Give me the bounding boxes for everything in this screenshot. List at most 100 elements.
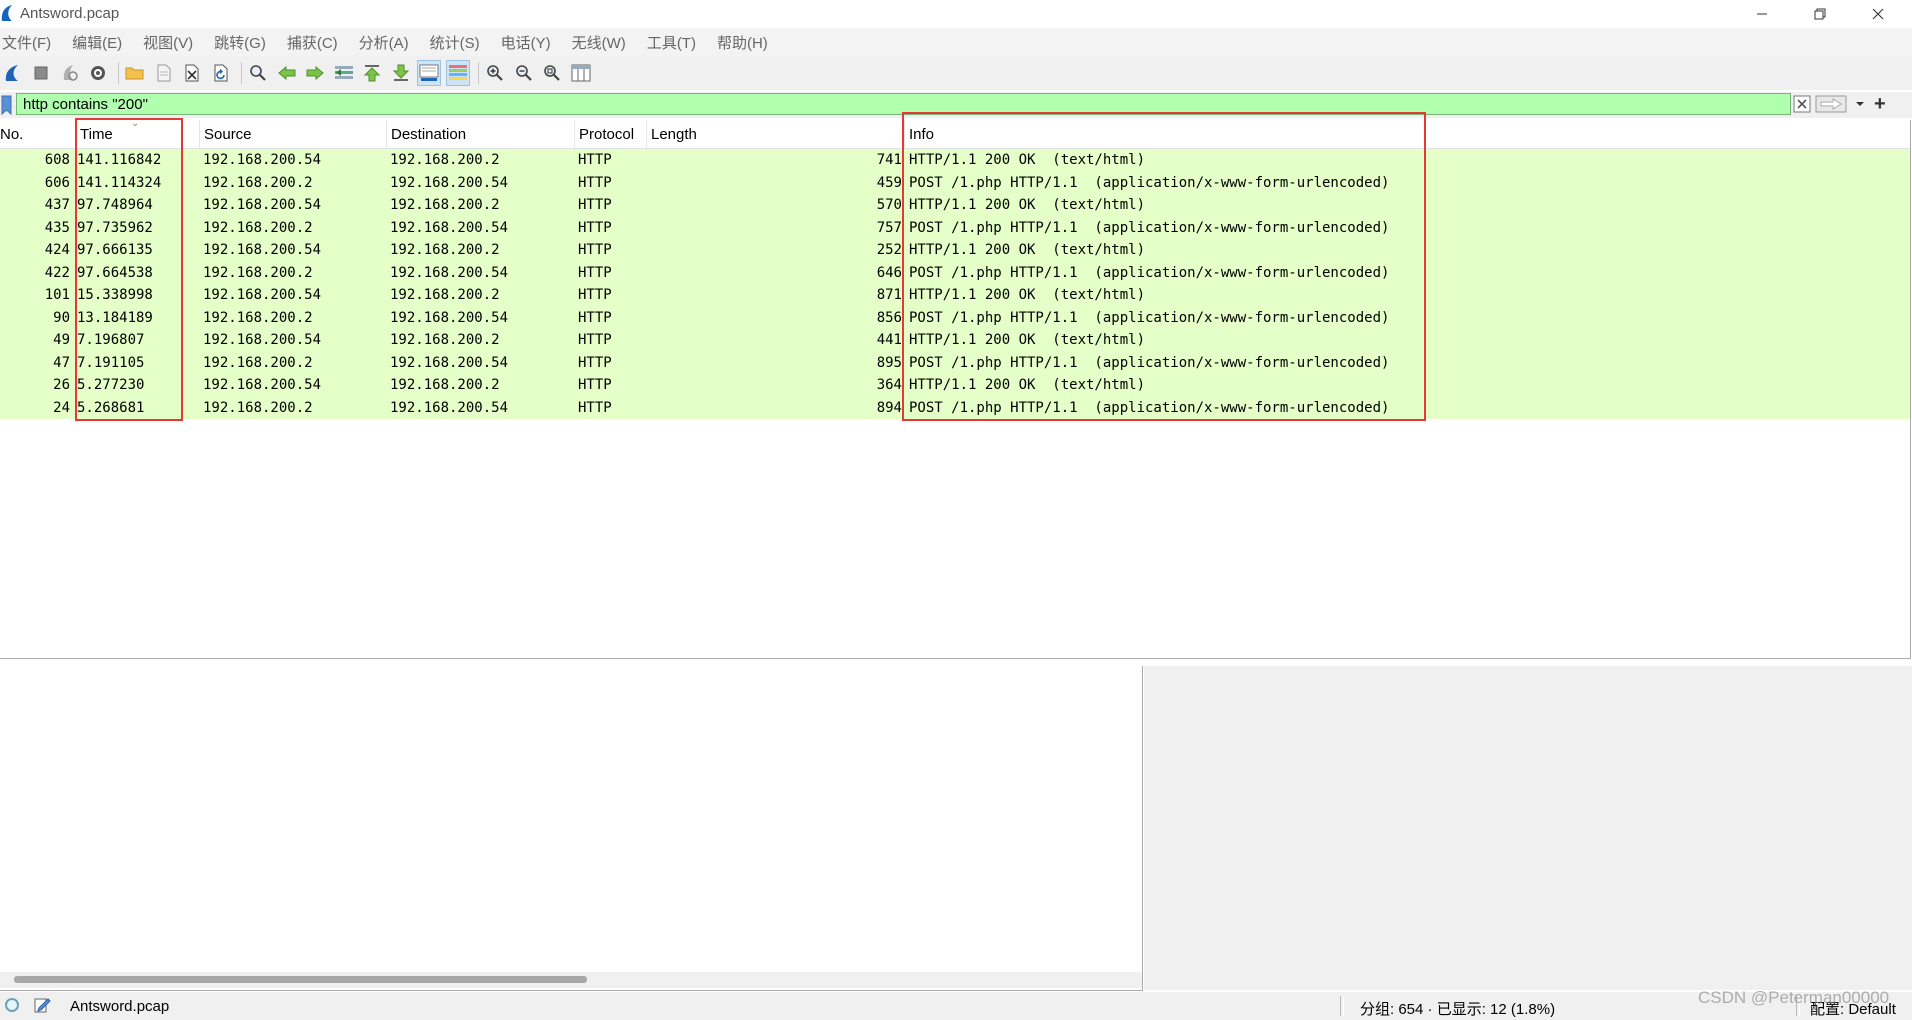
column-header-length[interactable]: Length bbox=[647, 120, 905, 148]
cell-time: 15.338998 bbox=[77, 287, 153, 303]
filter-history-dropdown-icon[interactable] bbox=[1851, 95, 1869, 113]
start-capture-button[interactable] bbox=[0, 60, 24, 86]
table-row[interactable]: 24 5.268681 192.168.200.2 192.168.200.54 HTT… bbox=[0, 396, 1910, 419]
cell-info: HTTP/1.1 200 OK (text/html) bbox=[909, 152, 1146, 168]
cell-destination: 192.168.200.2 bbox=[390, 377, 500, 393]
cell-no: 435 bbox=[44, 219, 70, 236]
close-button[interactable] bbox=[1849, 0, 1907, 28]
go-forward-button[interactable] bbox=[303, 60, 327, 86]
cell-protocol: HTTP bbox=[578, 152, 612, 168]
toolbar-separator bbox=[478, 62, 479, 84]
capture-options-button[interactable] bbox=[86, 60, 110, 86]
cell-no: 608 bbox=[44, 152, 70, 168]
cell-protocol: HTTP bbox=[578, 264, 612, 281]
cell-no: 24 bbox=[53, 399, 70, 416]
capture-comment-icon[interactable] bbox=[33, 996, 51, 1014]
cell-time: 7.191105 bbox=[77, 354, 145, 371]
save-file-button[interactable] bbox=[152, 60, 176, 86]
resize-columns-button[interactable] bbox=[569, 60, 593, 86]
cell-destination: 192.168.200.2 bbox=[390, 287, 500, 303]
zoom-normal-button[interactable] bbox=[540, 60, 564, 86]
cell-length: 364 bbox=[876, 377, 902, 393]
last-packet-button[interactable] bbox=[389, 60, 413, 86]
table-row[interactable]: 606 141.114324 192.168.200.2 192.168.200.54… bbox=[0, 171, 1910, 194]
table-row[interactable]: 101 15.338998 192.168.200.54 192.168.200.2 H… bbox=[0, 284, 1910, 307]
expert-info-status-icon[interactable] bbox=[5, 998, 19, 1012]
cell-protocol: HTTP bbox=[578, 242, 612, 258]
reload-button[interactable] bbox=[209, 60, 233, 86]
cell-info: POST /1.php HTTP/1.1 (application/x-www-… bbox=[909, 264, 1390, 281]
add-filter-button-icon[interactable]: + bbox=[1874, 93, 1886, 116]
column-header-no[interactable]: No. bbox=[0, 120, 76, 148]
menu-go[interactable]: 跳转(G) bbox=[212, 32, 275, 53]
menu-capture[interactable]: 捕获(C) bbox=[285, 32, 347, 53]
close-file-button[interactable] bbox=[180, 60, 204, 86]
cell-info: HTTP/1.1 200 OK (text/html) bbox=[909, 242, 1146, 258]
wireshark-app-icon bbox=[1, 5, 12, 21]
cell-source: 192.168.200.2 bbox=[203, 354, 313, 371]
horizontal-scrollbar[interactable] bbox=[0, 972, 1142, 988]
autoscroll-button[interactable] bbox=[417, 60, 441, 86]
packet-bytes-pane[interactable] bbox=[1144, 666, 1912, 990]
cell-destination: 192.168.200.54 bbox=[390, 174, 509, 191]
first-packet-button[interactable] bbox=[360, 60, 384, 86]
cell-source: 192.168.200.2 bbox=[203, 174, 313, 191]
menu-statistics[interactable]: 统计(S) bbox=[428, 32, 489, 53]
save-file-icon bbox=[157, 64, 170, 82]
table-row[interactable]: 422 97.664538 192.168.200.2 192.168.200.54 H… bbox=[0, 261, 1910, 284]
colorize-button[interactable] bbox=[445, 60, 470, 86]
restart-capture-button[interactable] bbox=[57, 60, 81, 86]
go-back-button[interactable] bbox=[275, 60, 299, 86]
find-packet-button[interactable] bbox=[246, 60, 270, 86]
restore-icon bbox=[1814, 8, 1826, 20]
menu-bar: 文件(F) 编辑(E) 视图(V) 跳转(G) 捕获(C) 分析(A) 统计(S… bbox=[0, 28, 1912, 56]
stop-capture-button[interactable] bbox=[29, 60, 53, 86]
menu-wireless[interactable]: 无线(W) bbox=[570, 32, 635, 53]
table-row[interactable]: 26 5.277230 192.168.200.54 192.168.200.2 HTT… bbox=[0, 374, 1910, 397]
column-header-protocol[interactable]: Protocol bbox=[575, 120, 647, 148]
restore-button[interactable] bbox=[1791, 0, 1849, 28]
zoom-out-button[interactable] bbox=[512, 60, 536, 86]
apply-filter-arrow-icon[interactable] bbox=[1815, 95, 1847, 113]
menu-view[interactable]: 视图(V) bbox=[141, 32, 202, 53]
menu-tools[interactable]: 工具(T) bbox=[645, 32, 705, 53]
cell-destination: 192.168.200.2 bbox=[390, 242, 500, 258]
cell-destination: 192.168.200.54 bbox=[390, 399, 509, 416]
packet-list-pane[interactable]: No. Time ⌄ Source Destination Protocol L… bbox=[0, 118, 1911, 659]
menu-analyze[interactable]: 分析(A) bbox=[357, 32, 418, 53]
table-row[interactable]: 90 13.184189 192.168.200.2 192.168.200.54 HT… bbox=[0, 306, 1910, 329]
open-file-button[interactable] bbox=[123, 60, 147, 86]
cell-length: 252 bbox=[876, 242, 902, 258]
menu-telephony[interactable]: 电话(Y) bbox=[499, 32, 560, 53]
packet-details-pane[interactable] bbox=[0, 666, 1143, 991]
status-packet-count: 分组: 654 · 已显示: 12 (1.8%) bbox=[1360, 1001, 1556, 1018]
column-header-source[interactable]: Source bbox=[200, 120, 387, 148]
menu-edit[interactable]: 编辑(E) bbox=[70, 32, 131, 53]
clear-filter-icon[interactable] bbox=[1793, 95, 1811, 113]
open-file-icon bbox=[125, 67, 144, 80]
display-filter-input[interactable] bbox=[16, 93, 1791, 115]
table-row[interactable]: 437 97.748964 192.168.200.54 192.168.200.2 H… bbox=[0, 194, 1910, 217]
menu-help[interactable]: 帮助(H) bbox=[715, 32, 777, 53]
bookmark-icon[interactable] bbox=[1, 95, 12, 115]
column-header-destination[interactable]: Destination bbox=[387, 120, 575, 148]
table-row[interactable]: 435 97.735962 192.168.200.2 192.168.200.54 H… bbox=[0, 216, 1910, 239]
go-forward-icon bbox=[306, 66, 324, 80]
cell-destination: 192.168.200.54 bbox=[390, 264, 509, 281]
cell-info: POST /1.php HTTP/1.1 (application/x-www-… bbox=[909, 309, 1390, 326]
table-row[interactable]: 608 141.116842 192.168.200.54 192.168.200.2… bbox=[0, 149, 1910, 172]
cell-length: 441 bbox=[876, 332, 902, 348]
go-to-packet-button[interactable] bbox=[332, 60, 356, 86]
go-back-icon bbox=[277, 66, 295, 80]
cell-protocol: HTTP bbox=[578, 354, 612, 371]
table-row[interactable]: 49 7.196807 192.168.200.54 192.168.200.2 HTT… bbox=[0, 329, 1910, 352]
table-row[interactable]: 47 7.191105 192.168.200.2 192.168.200.54 HTT… bbox=[0, 351, 1910, 374]
column-header-info[interactable]: Info bbox=[905, 120, 1910, 148]
table-row[interactable]: 424 97.666135 192.168.200.54 192.168.200.2 H… bbox=[0, 239, 1910, 262]
horizontal-scrollbar-thumb[interactable] bbox=[14, 976, 587, 983]
zoom-in-button[interactable] bbox=[483, 60, 507, 86]
minimize-button[interactable] bbox=[1733, 0, 1791, 28]
menu-file[interactable]: 文件(F) bbox=[0, 32, 60, 53]
cell-destination: 192.168.200.2 bbox=[390, 152, 500, 168]
cell-time: 13.184189 bbox=[77, 309, 153, 326]
